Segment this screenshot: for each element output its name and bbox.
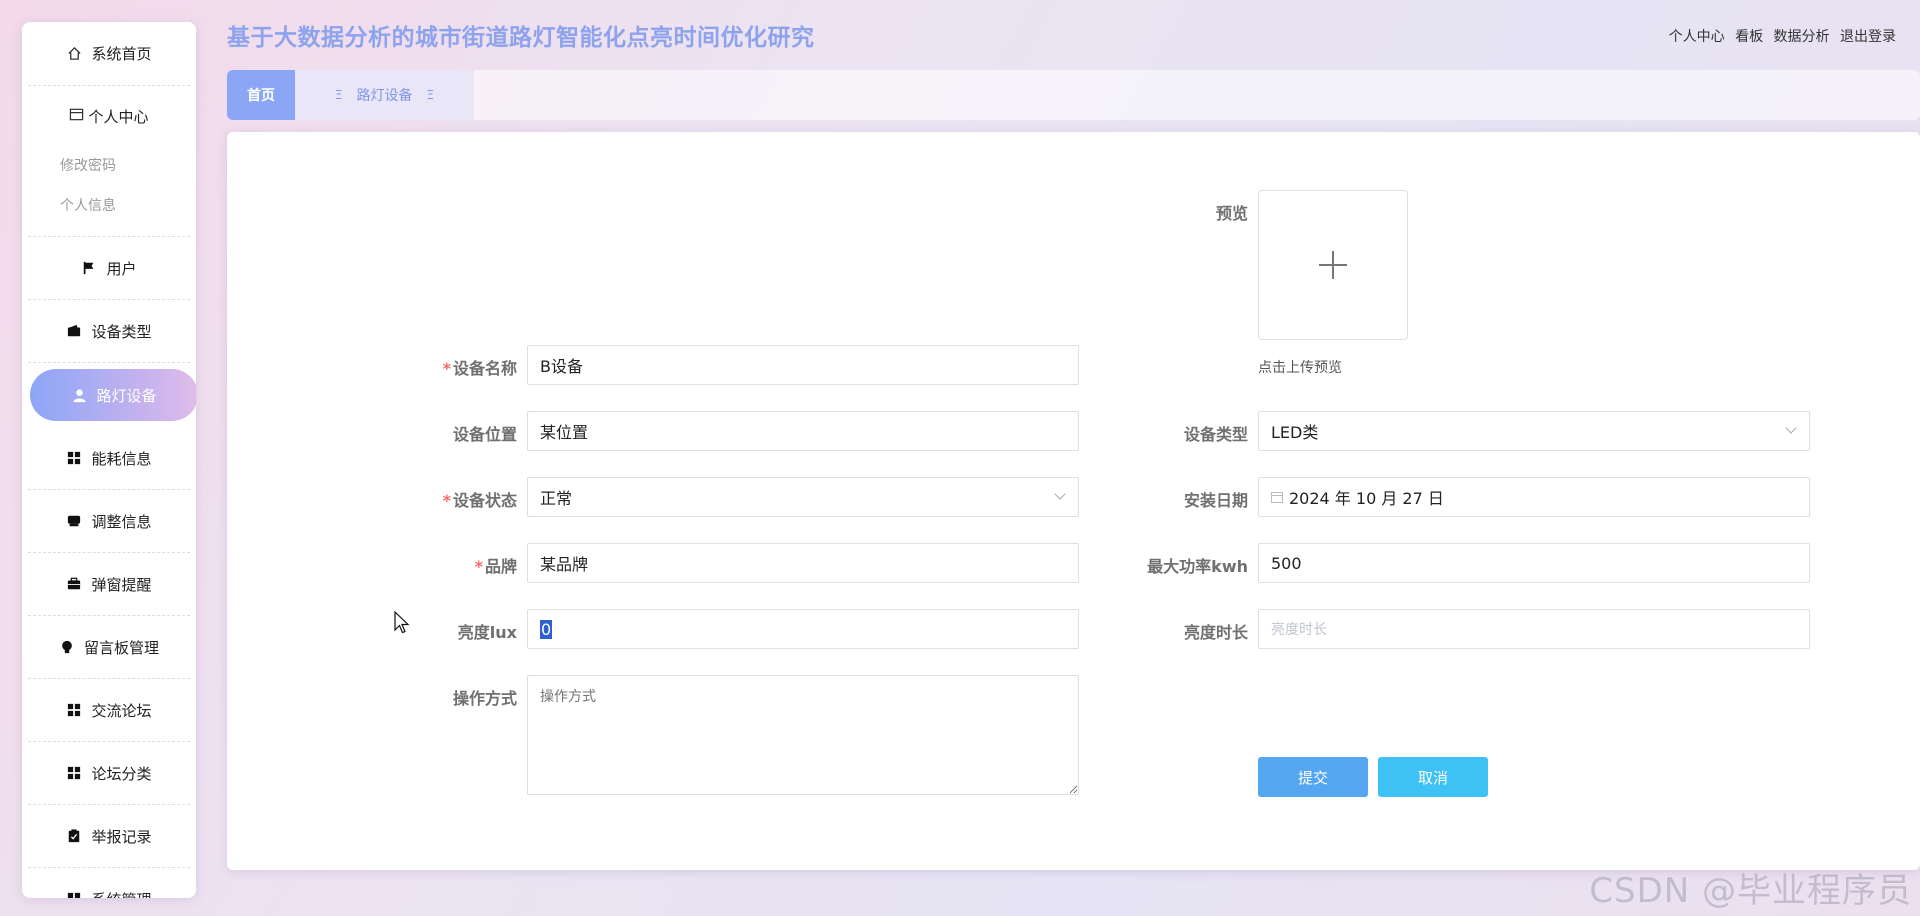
tab-streetlight-devices[interactable]: Ξ 路灯设备 Ξ [295,70,474,120]
install-date-value: 2024 年 10 月 27 日 [1289,489,1444,508]
chevron-down-icon [1785,422,1797,434]
sidebar-item-label: 举报记录 [91,827,152,846]
sidebar-item-home[interactable]: 系统首页 [28,22,190,86]
home-icon [66,46,82,62]
device-type-select[interactable]: LED类 [1258,411,1810,451]
flag-icon [81,260,97,276]
preview-label: 预览 [1215,204,1248,223]
sidebar-item-adjustments[interactable]: 调整信息 [28,490,190,553]
max-power-input[interactable]: 500 [1258,543,1810,583]
tab-menu-icon: Ξ [426,88,435,102]
app-title: 基于大数据分析的城市街道路灯智能化点亮时间优化研究 [227,25,815,51]
printer-icon [66,513,82,529]
mouse-cursor-icon [394,610,410,639]
sidebar: 系统首页 个人中心 修改密码 个人信息 用户 设备类型 路灯设备 能耗信息 调整… [22,22,196,898]
sidebar-item-label: 弹窗提醒 [91,575,152,594]
status-select[interactable]: 正常 [527,477,1079,517]
max-power-label: 最大功率kwh [1147,557,1248,576]
tabs-bar: 首页 Ξ 路灯设备 Ξ [227,70,1920,120]
sidebar-group-personal: 个人中心 修改密码 个人信息 [28,86,190,237]
cancel-button[interactable]: 取消 [1378,757,1488,797]
device-type-label: 设备类型 [1183,425,1248,444]
sidebar-item-label: 调整信息 [91,512,152,531]
device-name-input[interactable]: B设备 [527,345,1079,385]
calendar-icon [69,107,84,126]
install-date-label: 安装日期 [1183,491,1248,510]
brand-label: * 品牌 [474,557,517,576]
required-mark: * [442,491,451,510]
image-upload[interactable] [1258,190,1408,340]
grid-icon [66,765,82,781]
sidebar-item-message-board[interactable]: 留言板管理 [28,616,190,679]
sidebar-item-label: 系统首页 [91,45,152,63]
top-nav: 个人中心 看板 数据分析 退出登录 [1663,26,1896,46]
duration-input[interactable]: 亮度时长 [1258,609,1810,649]
sidebar-item-label: 个人中心 [88,107,149,126]
sidebar-item-label: 能耗信息 [91,449,152,468]
upload-tip: 点击上传预览 [1258,360,1342,376]
tab-home[interactable]: 首页 [227,70,295,120]
brightness-input[interactable]: 0 [527,609,1079,649]
submit-button[interactable]: 提交 [1258,757,1368,797]
top-link-personal-center[interactable]: 个人中心 [1669,29,1725,45]
sidebar-item-forum[interactable]: 交流论坛 [28,679,190,742]
brightness-label: 亮度lux [457,623,517,642]
operation-label: 操作方式 [452,689,517,708]
required-mark: * [474,557,483,576]
sidebar-item-label: 留言板管理 [83,638,159,657]
status-label: * 设备状态 [442,491,517,510]
sidebar-item-label: 设备类型 [91,322,152,341]
watermark: CSDN @毕业程序员 [1589,871,1912,911]
brightness-value: 0 [540,619,553,639]
location-input[interactable]: 某位置 [527,411,1079,451]
chevron-down-icon [1054,488,1066,500]
sidebar-item-streetlight-devices[interactable]: 路灯设备 [30,369,196,421]
sidebar-item-label: 交流论坛 [91,701,152,720]
sidebar-item-label: 论坛分类 [91,764,152,783]
sidebar-item-forum-categories[interactable]: 论坛分类 [28,742,190,805]
sidebar-item-system-admin[interactable]: 系统管理 [28,868,190,898]
sidebar-item-users[interactable]: 用户 [28,237,190,300]
sidebar-item-popup-reminders[interactable]: 弹窗提醒 [28,553,190,616]
grid-icon [66,450,82,466]
wallet-icon [66,323,82,339]
top-link-logout[interactable]: 退出登录 [1840,29,1896,45]
sidebar-subitem-change-password[interactable]: 修改密码 [28,146,190,186]
device-name-label: * 设备名称 [442,359,517,378]
plus-icon [1319,251,1347,279]
device-type-value: LED类 [1271,423,1319,442]
sidebar-item-label: 用户 [106,259,137,278]
sidebar-item-reports[interactable]: 举报记录 [28,805,190,868]
duration-label: 亮度时长 [1183,623,1248,642]
install-date-picker[interactable]: 2024 年 10 月 27 日 [1258,477,1810,517]
location-label: 设备位置 [452,425,517,444]
sidebar-item-device-types[interactable]: 设备类型 [28,300,190,363]
sidebar-subitem-profile[interactable]: 个人信息 [28,186,190,226]
sidebar-item-energy-info[interactable]: 能耗信息 [28,427,190,490]
user-icon [71,387,87,403]
grid-icon [66,891,82,898]
briefcase-icon [66,576,82,592]
sidebar-item-label: 路灯设备 [96,386,157,405]
operation-textarea[interactable] [527,675,1079,795]
clipboard-icon [66,828,82,844]
tab-menu-icon: Ξ [334,88,343,102]
status-value: 正常 [540,489,573,508]
top-link-dashboard[interactable]: 看板 [1735,29,1763,45]
required-mark: * [442,359,451,378]
brand-input[interactable]: 某品牌 [527,543,1079,583]
top-link-data-analysis[interactable]: 数据分析 [1774,29,1830,45]
bulb-icon [59,639,75,655]
grid-icon [66,702,82,718]
tab-label: 路灯设备 [356,88,413,104]
sidebar-item-personal[interactable]: 个人中心 [28,86,190,146]
sidebar-item-label: 系统管理 [91,889,151,899]
calendar-icon [1271,491,1283,503]
